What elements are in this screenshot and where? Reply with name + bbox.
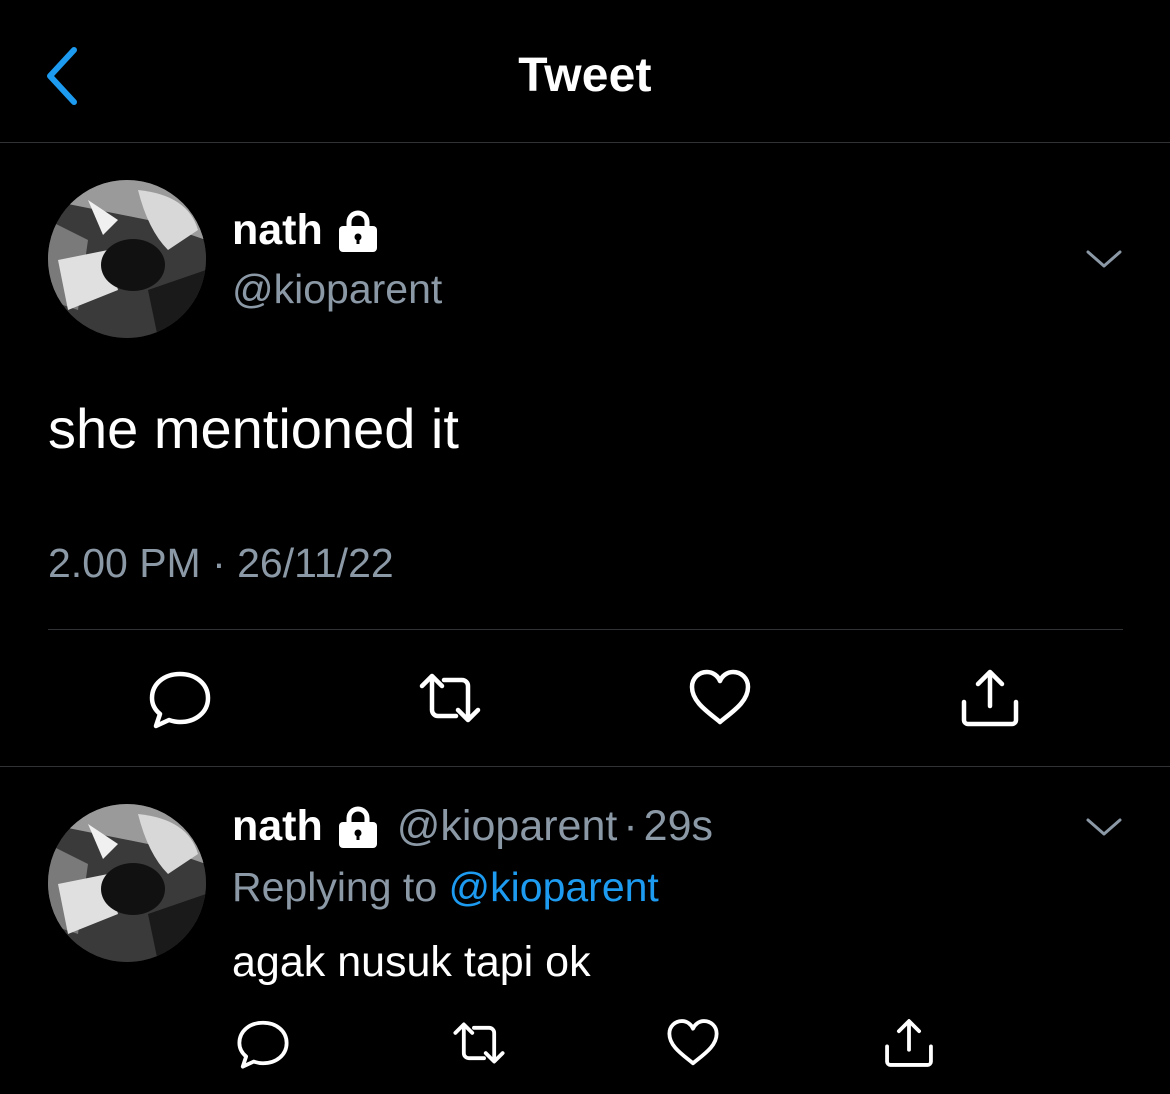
author-name-row[interactable]: nath	[232, 206, 379, 255]
share-button[interactable]	[882, 1016, 936, 1070]
avatar-photo	[48, 180, 206, 338]
author-handle[interactable]: @kioparent	[232, 266, 442, 313]
chevron-down-icon	[1086, 818, 1122, 836]
retweet-button[interactable]	[418, 666, 482, 730]
lock-icon	[338, 806, 377, 848]
reply-age[interactable]: 29s	[644, 802, 713, 851]
like-icon	[689, 669, 751, 725]
like-button[interactable]	[666, 1016, 720, 1070]
author-name[interactable]: nath	[232, 802, 323, 851]
retweet-icon	[453, 1022, 505, 1064]
lock-icon	[338, 210, 377, 252]
reply-action-bar	[0, 1016, 1170, 1072]
share-button[interactable]	[958, 666, 1022, 730]
tweet-menu-button[interactable]	[1084, 244, 1124, 274]
tweet-text: she mentioned it	[48, 397, 459, 460]
divider	[48, 629, 1123, 630]
reply-icon	[237, 1020, 289, 1069]
reply-menu-button[interactable]	[1084, 812, 1124, 842]
avatar-photo	[48, 804, 206, 962]
top-nav-bar: Tweet	[0, 0, 1170, 143]
like-icon	[667, 1019, 719, 1066]
author-handle[interactable]: @kioparent	[397, 802, 618, 851]
separator-dot: ·	[623, 802, 638, 850]
like-button[interactable]	[688, 666, 752, 730]
replying-to-link[interactable]: @kioparent	[449, 864, 659, 910]
chevron-down-icon	[1086, 250, 1122, 268]
replying-to-line: Replying to @kioparent	[232, 864, 659, 911]
avatar[interactable]	[48, 804, 206, 962]
reply-icon	[149, 671, 211, 729]
author-name[interactable]: nath	[232, 206, 323, 255]
divider	[0, 766, 1170, 767]
reply-button[interactable]	[236, 1016, 290, 1070]
reply-text: agak nusuk tapi ok	[232, 938, 591, 986]
tweet-detail-page: Tweet nath @kioparent she mentioned it 2…	[0, 0, 1170, 1094]
avatar[interactable]	[48, 180, 206, 338]
page-title: Tweet	[518, 49, 652, 102]
share-icon	[961, 669, 1019, 727]
tweet-action-bar	[0, 666, 1170, 732]
share-icon	[885, 1019, 933, 1067]
retweet-button[interactable]	[452, 1016, 506, 1070]
reply-button[interactable]	[148, 666, 212, 730]
replying-prefix: Replying to	[232, 864, 438, 910]
retweet-icon	[419, 673, 481, 723]
reply-header: nath @kioparent · 29s	[232, 802, 713, 851]
tweet-timestamp[interactable]: 2.00 PM · 26/11/22	[48, 540, 394, 587]
